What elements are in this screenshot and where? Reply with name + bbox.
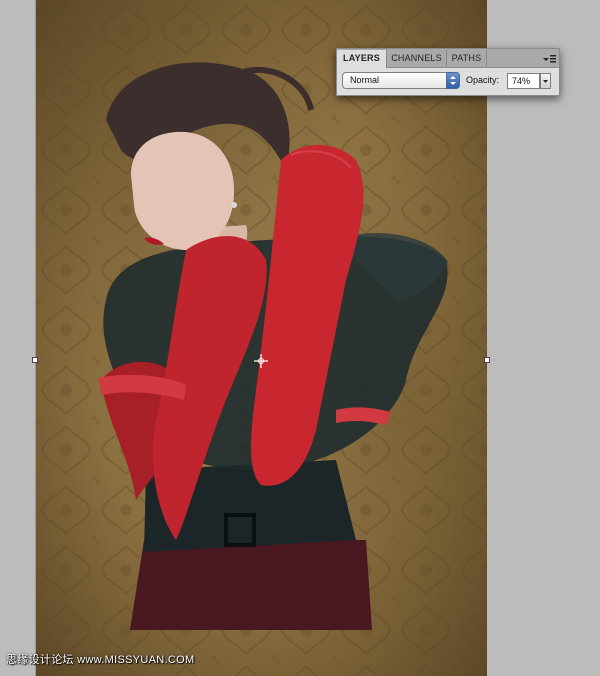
tab-channels[interactable]: CHANNELS [387, 50, 447, 67]
photo-subject [98, 62, 448, 630]
tab-paths[interactable]: PATHS [447, 50, 487, 67]
blend-mode-select[interactable]: Normal [342, 72, 460, 89]
watermark-text: 思缘设计论坛 www.MISSYUAN.COM [6, 654, 195, 666]
opacity-label: Opacity: [466, 75, 500, 85]
panel-menu-icon[interactable] [542, 52, 556, 64]
document-canvas[interactable] [36, 0, 487, 676]
tab-layers[interactable]: LAYERS [337, 50, 387, 68]
opacity-input[interactable]: 74% [507, 73, 540, 89]
blend-mode-value: Normal [350, 75, 380, 85]
move-crosshair-icon[interactable] [254, 354, 268, 368]
transform-handle-left[interactable] [32, 357, 38, 363]
select-arrows-icon [446, 72, 460, 89]
opacity-dropdown-button[interactable] [540, 73, 551, 89]
panel-tab-bar: LAYERS CHANNELS PATHS [337, 49, 559, 68]
opacity-value: 74% [512, 76, 531, 86]
transform-handle-right[interactable] [484, 357, 490, 363]
chevron-down-icon [543, 80, 548, 83]
layers-panel: LAYERS CHANNELS PATHS Normal Opacity: 74… [336, 48, 560, 96]
